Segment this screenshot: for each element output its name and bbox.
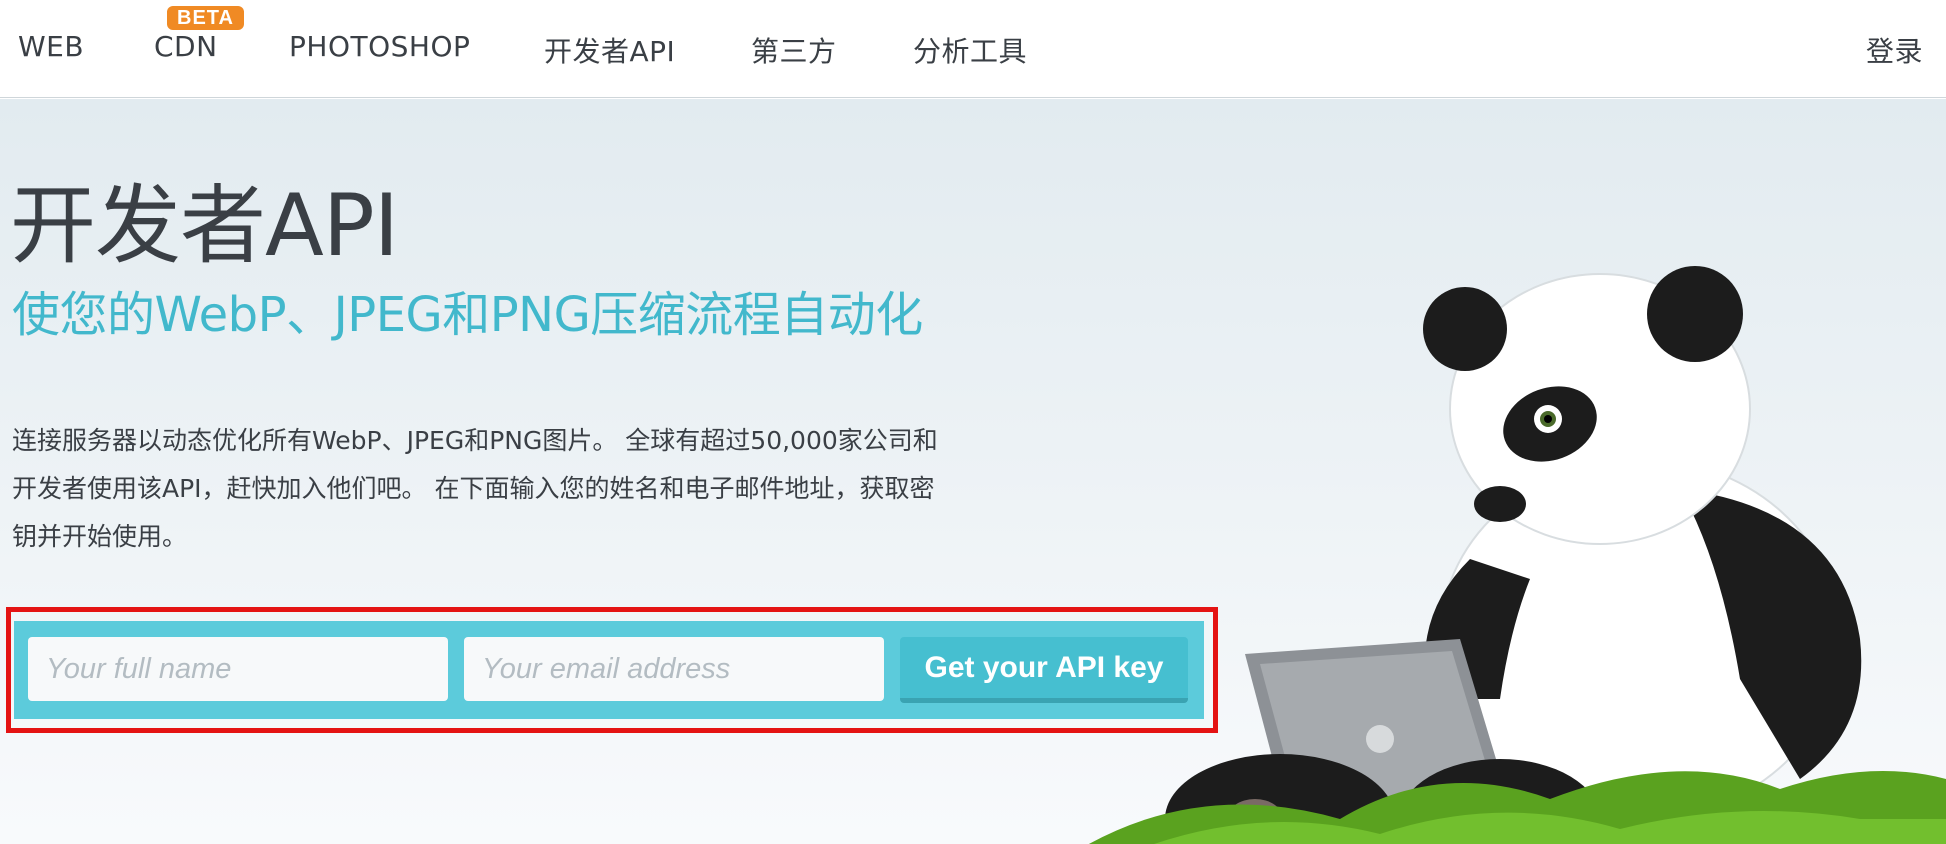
beta-badge: BETA xyxy=(167,6,244,30)
full-name-input[interactable] xyxy=(28,637,448,701)
page-title: 开发者API xyxy=(10,176,399,276)
nav-item-third-party[interactable]: 第三方 xyxy=(751,30,837,70)
nav-item-cdn[interactable]: CDN xyxy=(154,30,218,63)
nav-item-analysis-tools[interactable]: 分析工具 xyxy=(913,30,1027,70)
nav-item-photoshop[interactable]: PHOTOSHOP xyxy=(289,30,470,63)
description-line: 连接服务器以动态优化所有WebP、JPEG和PNG图片。 全球有超过50,000… xyxy=(12,426,938,455)
panda-with-laptop-icon xyxy=(1080,259,1946,844)
email-input[interactable] xyxy=(464,637,884,701)
nav-item-developer-api[interactable]: 开发者API xyxy=(544,30,675,70)
login-link[interactable]: 登录 xyxy=(1866,30,1923,70)
top-navigation: WEB CDN BETA PHOTOSHOP 开发者API 第三方 分析工具 登… xyxy=(0,0,1946,98)
nav-item-web[interactable]: WEB xyxy=(18,30,84,63)
hero-section: 开发者API 使您的WebP、JPEG和PNG压缩流程自动化 连接服务器以动态优… xyxy=(0,99,1946,844)
description-line: 钥并开始使用。 xyxy=(12,522,188,551)
description-line: 开发者使用该API，赶快加入他们吧。 在下面输入您的姓名和电子邮件地址，获取密 xyxy=(12,474,935,503)
page-subtitle: 使您的WebP、JPEG和PNG压缩流程自动化 xyxy=(12,287,923,343)
api-signup-form: Get your API key xyxy=(14,621,1204,719)
description: 连接服务器以动态优化所有WebP、JPEG和PNG图片。 全球有超过50,000… xyxy=(12,417,1052,561)
